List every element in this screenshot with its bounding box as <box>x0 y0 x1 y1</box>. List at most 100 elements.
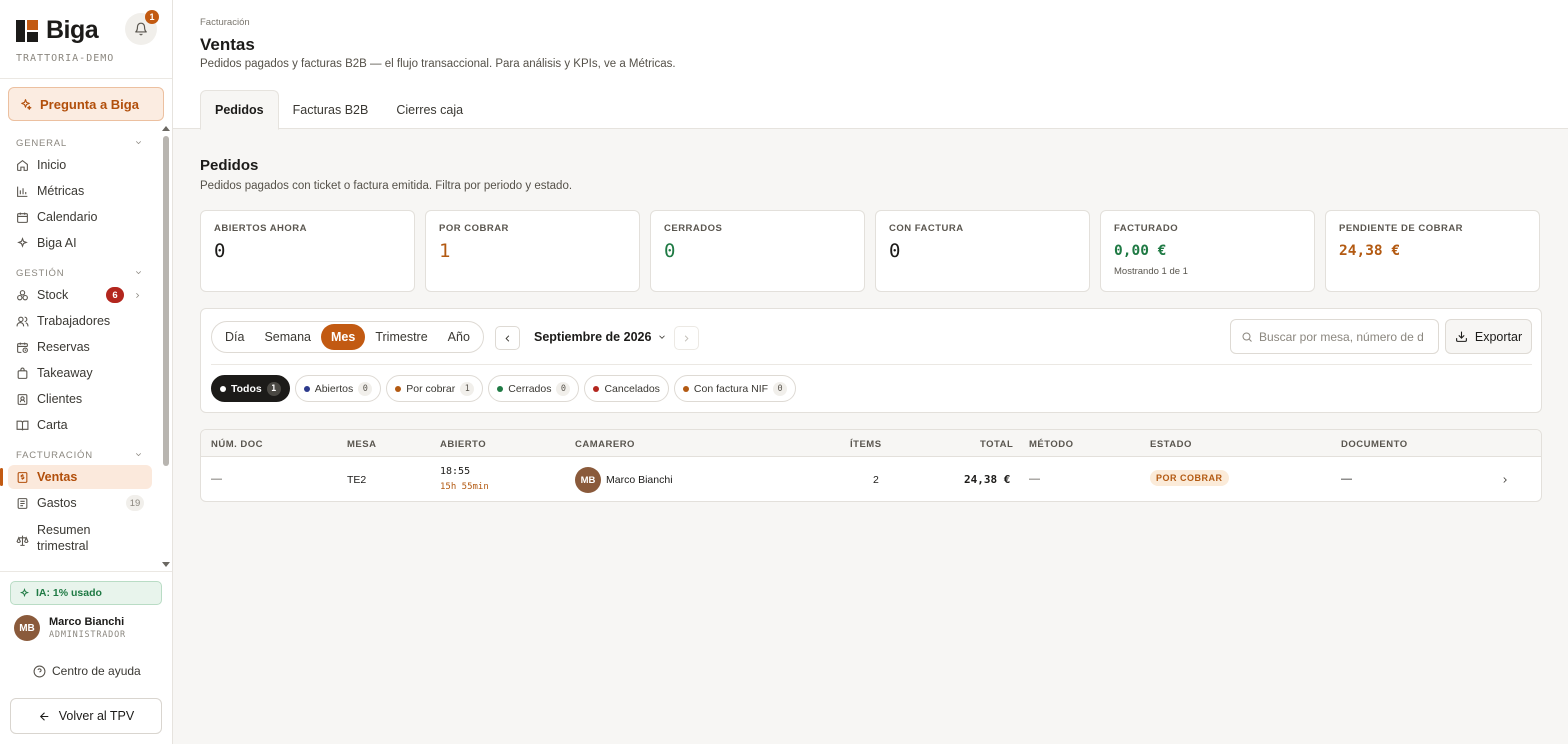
divider <box>0 571 172 572</box>
kpi-label: POR COBRAR <box>439 223 509 234</box>
user-profile[interactable]: MB Marco Bianchi ADMINISTRADOR <box>14 615 126 641</box>
orders-table: NÚM. DOC MESA ABIERTO CAMARERO ÍTEMS TOT… <box>200 429 1542 502</box>
month-selector[interactable]: Septiembre de 2026 <box>534 330 667 344</box>
status-dot <box>497 385 504 392</box>
column-header[interactable]: ÍTEMS <box>850 439 882 450</box>
scroll-thumb[interactable] <box>163 136 169 466</box>
sidebar-item-label: Reservas <box>37 340 90 354</box>
next-month-button[interactable] <box>674 326 699 350</box>
sidebar-item-biga-ai[interactable]: Biga AI <box>8 231 152 255</box>
cell-total: 24,38 € <box>964 473 1011 486</box>
status-dot <box>593 385 600 392</box>
tab-facturas-b2b[interactable]: Facturas B2B <box>279 90 383 129</box>
sidebar-scrollbar[interactable] <box>161 124 171 569</box>
search-input[interactable] <box>1259 329 1427 344</box>
chip-por-cobrar[interactable]: Por cobrar 1 <box>386 375 484 402</box>
kpi-label: PENDIENTE DE COBRAR <box>1339 223 1464 234</box>
sidebar-item-inicio[interactable]: Inicio <box>8 153 152 177</box>
cell-mesa: TE2 <box>347 474 367 486</box>
table-row[interactable]: — TE2 18:55 15h 55min MB Marco Bianchi 2… <box>201 458 1541 501</box>
kpi-label: ABIERTOS AHORA <box>214 223 308 234</box>
breadcrumb[interactable]: Facturación <box>200 17 250 28</box>
section-label: FACTURACIÓN <box>16 450 93 461</box>
sidebar-item-label: Stock <box>37 288 69 302</box>
sidebar-item-clientes[interactable]: Clientes <box>8 387 152 411</box>
calendar-clock-icon <box>17 342 28 353</box>
chip-con-factura-nif[interactable]: Con factura NIF 0 <box>673 375 797 402</box>
period-ano[interactable]: Año <box>438 324 480 350</box>
status-badge: POR COBRAR <box>1150 470 1229 486</box>
sidebar-item-metricas[interactable]: Métricas <box>8 179 152 203</box>
period-mes[interactable]: Mes <box>321 324 366 350</box>
chip-todos[interactable]: Todos 1 <box>211 375 290 402</box>
chip-abiertos[interactable]: Abiertos 0 <box>294 375 382 402</box>
back-to-tpv-button[interactable]: Volver al TPV <box>10 698 162 734</box>
column-header[interactable]: CAMARERO <box>575 439 635 450</box>
export-button[interactable]: Exportar <box>1445 319 1532 354</box>
kpi-value: 0 <box>889 240 901 262</box>
chevron-down-icon <box>135 453 142 457</box>
period-dia[interactable]: Día <box>215 324 254 350</box>
page-header: Facturación Ventas Pedidos pagados y fac… <box>173 0 1568 130</box>
column-header[interactable]: TOTAL <box>980 439 1013 450</box>
calendar-icon <box>17 212 28 223</box>
help-center-link[interactable]: Centro de ayuda <box>33 664 141 678</box>
book-icon <box>16 420 29 430</box>
section-facturacion[interactable]: FACTURACIÓN <box>16 450 143 461</box>
period-trimestre[interactable]: Trimestre <box>365 324 437 350</box>
cell-documento: — <box>1341 473 1352 485</box>
chip-label: Cerrados <box>508 382 552 395</box>
ask-biga-button[interactable]: Pregunta a Biga <box>8 87 164 121</box>
chip-count: 0 <box>358 381 373 396</box>
cell-abierto: 18:55 <box>440 466 471 477</box>
sidebar-item-calendario[interactable]: Calendario <box>8 205 152 229</box>
filters-panel: Día Semana Mes Trimestre Año Septiembre … <box>200 308 1542 413</box>
sidebar-item-gastos[interactable]: Gastos 19 <box>8 491 152 515</box>
status-dot <box>682 385 689 392</box>
section-gestion[interactable]: GESTIÓN <box>16 268 143 279</box>
column-header[interactable]: NÚM. DOC <box>211 439 263 450</box>
kpi-label: CERRADOS <box>664 223 723 234</box>
user-name: Marco Bianchi <box>49 616 125 628</box>
sidebar-item-takeaway[interactable]: Takeaway <box>8 361 152 385</box>
contacts-icon <box>17 393 28 405</box>
tab-pedidos[interactable]: Pedidos <box>200 90 279 130</box>
sidebar-item-label: Takeaway <box>37 366 93 380</box>
chip-cerrados[interactable]: Cerrados 0 <box>488 375 580 402</box>
tabs: Pedidos Facturas B2B Cierres caja <box>200 90 477 130</box>
status-filter-chips: Todos 1 Abiertos 0 Por cobrar 1 Cerrados… <box>211 375 797 402</box>
sidebar-item-stock[interactable]: Stock 6 <box>8 283 152 307</box>
sidebar-item-trabajadores[interactable]: Trabajadores <box>8 309 152 333</box>
sidebar-item-label: Inicio <box>37 158 67 172</box>
section-title: Pedidos <box>200 157 259 174</box>
ia-usage-label: IA: 1% usado <box>36 587 102 599</box>
section-general[interactable]: GENERAL <box>16 138 143 149</box>
sidebar-item-carta[interactable]: Carta <box>8 413 152 437</box>
chip-cancelados[interactable]: Cancelados <box>584 375 669 402</box>
scroll-down-icon <box>162 562 170 567</box>
column-header[interactable]: MÉTODO <box>1029 439 1074 450</box>
sidebar-item-label: Calendario <box>37 210 98 224</box>
scale-icon <box>16 535 29 546</box>
column-header[interactable]: ABIERTO <box>440 439 486 450</box>
tenant-name: TRATTORIA-DEMO <box>16 53 115 64</box>
notifications-button[interactable]: 1 <box>125 10 159 45</box>
section-description: Pedidos pagados con ticket o factura emi… <box>200 180 573 192</box>
sidebar-item-ventas[interactable]: Ventas <box>0 465 152 489</box>
page-description: Pedidos pagados y facturas B2B — el fluj… <box>200 58 676 70</box>
brand[interactable]: Biga <box>16 16 99 45</box>
prev-month-button[interactable] <box>495 326 520 350</box>
column-header[interactable]: ESTADO <box>1150 439 1192 450</box>
sidebar-item-resumen-trimestral[interactable]: Resumen trimestral <box>8 519 152 555</box>
period-semana[interactable]: Semana <box>254 324 321 350</box>
status-dot <box>303 385 310 392</box>
tab-cierres-caja[interactable]: Cierres caja <box>382 90 477 129</box>
kpi-cards: ABIERTOS AHORA 0 POR COBRAR 1 CERRADOS 0… <box>200 210 1540 292</box>
kpi-facturado: FACTURADO 0,00 € Mostrando 1 de 1 <box>1100 210 1315 292</box>
kpi-value: 0,00 € <box>1114 243 1167 259</box>
column-header[interactable]: DOCUMENTO <box>1341 439 1408 450</box>
column-header[interactable]: MESA <box>347 439 376 450</box>
sidebar-item-reservas[interactable]: Reservas <box>8 335 152 359</box>
ia-usage-badge[interactable]: IA: 1% usado <box>10 581 162 605</box>
chevron-right-icon[interactable] <box>1500 475 1510 485</box>
